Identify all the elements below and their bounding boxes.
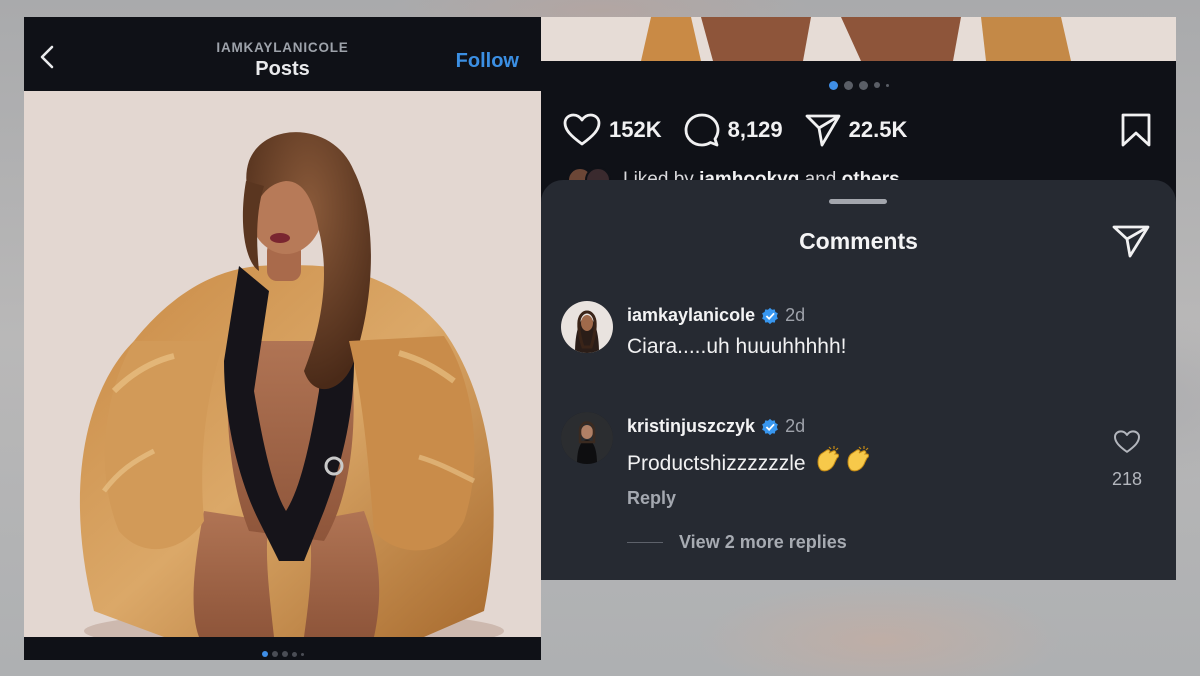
comments-title: Comments — [799, 228, 918, 254]
post-header: IAMKAYLANICOLE Posts Follow — [24, 17, 541, 91]
comment-icon — [684, 113, 719, 147]
heart-icon — [563, 113, 601, 146]
sheet-grabber[interactable] — [829, 199, 887, 204]
comment-like-count: 218 — [1111, 469, 1143, 489]
avatar[interactable] — [561, 301, 613, 353]
verified-icon — [762, 307, 778, 324]
share-count: 22.5K — [848, 117, 908, 142]
carousel-dot — [828, 80, 838, 90]
comment-text-row: Productshizzzzzzle — [627, 446, 871, 476]
carousel-dot — [858, 80, 868, 90]
comment-header: kristinjuszczyk 2d — [627, 416, 805, 437]
view-more-replies-label: View 2 more replies — [679, 532, 847, 552]
carousel-dot — [300, 652, 304, 656]
comment-like-button[interactable]: 218 — [1107, 430, 1147, 490]
comment-header: iamkaylanicole 2d — [627, 305, 805, 326]
like-button[interactable]: 152K — [563, 113, 662, 147]
comment-time: 2d — [785, 416, 806, 436]
view-more-replies[interactable]: View 2 more replies — [627, 532, 847, 553]
carousel-indicator — [24, 649, 541, 659]
carousel-dot — [291, 651, 297, 657]
like-count: 152K — [609, 117, 662, 142]
comment-username[interactable]: kristinjuszczyk — [627, 416, 755, 437]
comment-item: kristinjuszczyk 2d Productshizzzzzzle Re… — [561, 412, 1161, 522]
left-post-screenshot: IAMKAYLANICOLE Posts Follow — [24, 17, 541, 660]
carousel-dot — [885, 83, 889, 87]
save-button[interactable] — [1120, 112, 1152, 153]
avatar-image — [561, 301, 613, 353]
comment-button[interactable]: 8,129 — [684, 112, 783, 148]
right-post-screenshot: 152K 8,129 22.5K Liked by iamhookyg and … — [541, 17, 1176, 580]
comment-time: 2d — [785, 305, 806, 325]
comment-count: 8,129 — [727, 117, 783, 142]
carousel-dot — [843, 80, 853, 90]
heart-outline-icon — [1114, 430, 1140, 453]
verified-icon — [762, 418, 778, 435]
avatar[interactable] — [561, 412, 613, 464]
comments-sheet: Comments iamkaylanicole 2d Ciara.....uh … — [541, 180, 1176, 580]
post-photo[interactable] — [24, 91, 541, 637]
comment-text: Ciara.....uh huuuhhhhh! — [627, 335, 847, 358]
post-photo-bottom[interactable] — [541, 17, 1176, 61]
share-button[interactable]: 22.5K — [805, 113, 908, 147]
reply-button[interactable]: Reply — [627, 488, 676, 509]
comment-username[interactable]: iamkaylanicole — [627, 305, 755, 326]
share-comments-button[interactable] — [1112, 223, 1150, 264]
send-icon — [1112, 225, 1150, 258]
carousel-dot — [271, 651, 278, 657]
avatar-image — [561, 412, 613, 464]
post-photo-crop — [541, 17, 1176, 61]
post-photo-illustration — [24, 91, 541, 637]
carousel-dot — [261, 651, 268, 657]
reply-thread-line — [627, 542, 663, 543]
bookmark-icon — [1121, 113, 1151, 147]
clapping-hands-emoji — [817, 446, 870, 472]
follow-button[interactable]: Follow — [456, 50, 519, 73]
send-icon — [805, 114, 841, 147]
comment-text: Productshizzzzzzle — [627, 452, 806, 475]
comment-item: iamkaylanicole 2d Ciara.....uh huuuhhhhh… — [561, 301, 1161, 361]
carousel-dot — [281, 651, 288, 657]
post-actions: 152K 8,129 22.5K — [563, 110, 929, 150]
carousel-indicator — [541, 80, 1176, 90]
carousel-dot — [873, 82, 880, 88]
